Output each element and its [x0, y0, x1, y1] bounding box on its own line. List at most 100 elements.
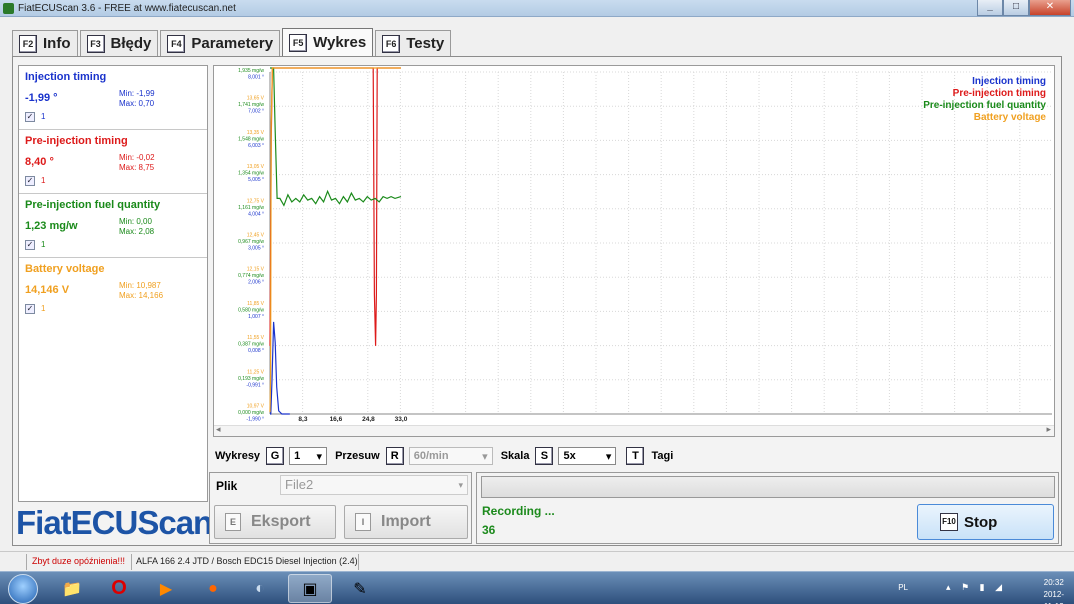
tagi-label: Tagi [651, 450, 674, 462]
recording-status: Recording ... [482, 504, 555, 518]
y-tick-label: 3,005 ° [248, 246, 264, 252]
tab-label: Błędy [110, 35, 152, 52]
chart-area[interactable]: 13,34 V1,935 mg/w8,001 °13,65 V1,741 mg/… [213, 65, 1055, 437]
paint-taskbar-icon[interactable]: ✎ [338, 574, 382, 603]
y-tick-label: 11,85 V [247, 301, 265, 307]
y-tick-label: 13,65 V [247, 96, 265, 102]
firefox-taskbar-icon[interactable]: ● [191, 574, 235, 603]
legend-entry: Injection timing [972, 76, 1046, 87]
legend-entry: Battery voltage [974, 112, 1047, 123]
y-tick-label: 5,005 ° [248, 177, 264, 183]
param-checkbox-label: 1 [41, 112, 46, 121]
import-button[interactable]: I Import [344, 505, 468, 539]
language-indicator[interactable]: PL [898, 583, 908, 592]
y-tick-label: 2,006 ° [248, 280, 264, 286]
przesuw-value: 60/min [413, 450, 449, 462]
param-checkbox[interactable]: ✓ [25, 112, 35, 122]
przesuw-label: Przesuw [335, 450, 380, 462]
file-select[interactable]: File2 ▾ [280, 475, 468, 495]
y-tick-label: 1,741 mg/w [238, 102, 264, 108]
y-tick-label: 0,008 ° [248, 348, 264, 354]
y-tick-label: 1,007 ° [248, 314, 264, 320]
param-value: -1,99 ° [25, 92, 58, 104]
y-tick-label: -1,990 ° [246, 417, 264, 423]
clock[interactable]: 20:32 2012-11-13 [1044, 577, 1064, 604]
file-value: File2 [285, 477, 314, 492]
series-line [270, 67, 402, 207]
tray-icons[interactable]: ▴ ⚑ ▮ ◢ [946, 582, 1006, 593]
param-min: Min: 0,00 [119, 217, 152, 226]
chart-scrollbar[interactable]: ◂ ▸ [214, 424, 1054, 436]
opera-taskbar-icon[interactable]: O [97, 574, 141, 603]
close-button[interactable]: ✕ [1029, 0, 1071, 16]
legend-entry: Pre-injection timing [953, 88, 1046, 99]
tab-label: Wykres [313, 34, 367, 51]
tab-info[interactable]: F2 Info [12, 30, 78, 56]
param-min: Min: -0,02 [119, 153, 155, 162]
param-checkbox[interactable]: ✓ [25, 304, 35, 314]
scroll-left-arrow-icon[interactable]: ◂ [216, 424, 221, 435]
series-line [270, 321, 290, 415]
start-button[interactable] [8, 574, 38, 604]
param-checkbox-label: 1 [41, 304, 46, 313]
stop-button[interactable]: F10 Stop [917, 504, 1054, 540]
chart-controls: Wykresy G 1 ▾ Przesuw R 60/min ▾ Skala S 5… [215, 445, 673, 467]
fiatecuscan-taskbar-icon[interactable]: ▣ [288, 574, 332, 603]
media-player-taskbar-icon[interactable]: ▶ [144, 574, 188, 603]
y-tick-label: 0,580 mg/w [238, 307, 264, 313]
tab-bledy[interactable]: F3 Błędy [79, 30, 159, 56]
network-app-taskbar-icon[interactable]: ◐ [238, 574, 282, 603]
scroll-right-arrow-icon[interactable]: ▸ [1046, 424, 1051, 435]
parameter-panel: Injection timing -1,99 ° Min: -1,99 Max:… [18, 65, 208, 502]
y-tick-label: 13,35 V [247, 130, 265, 136]
recording-progress-bar [481, 476, 1055, 498]
skala-select[interactable]: 5x ▾ [558, 447, 617, 465]
tagi-key[interactable]: T [626, 447, 645, 465]
wykresy-select[interactable]: 1 ▾ [289, 447, 328, 465]
y-tick-label: 7,002 ° [248, 109, 264, 115]
param-pre-injection-fuel-quantity: Pre-injection fuel quantity 1,23 mg/w Mi… [19, 194, 207, 258]
y-tick-label: 12,45 V [247, 233, 265, 239]
file-label: Plik [216, 479, 238, 493]
chart-legend: Injection timingPre-injection timingPre-… [923, 76, 1046, 123]
param-checkbox[interactable]: ✓ [25, 240, 35, 250]
chart-y-ticks: 13,34 V1,935 mg/w8,001 °13,65 V1,741 mg/… [238, 66, 265, 423]
param-name: Pre-injection timing [25, 135, 128, 147]
app-icon [3, 3, 14, 14]
file-panel: Plik File2 ▾ E Eksport I Import [209, 472, 472, 544]
tab-label: Parametery [191, 35, 274, 52]
x-tick-label: 24,8 [362, 416, 375, 423]
param-battery-voltage: Battery voltage 14,146 V Min: 10,987 Max… [19, 258, 207, 322]
x-tick-label: 8,3 [298, 416, 307, 423]
skala-value: 5x [563, 450, 576, 462]
clock-time: 20:32 [1043, 578, 1064, 587]
stop-key: F10 [940, 513, 958, 531]
status-bar: Zbyt duze opóźnienia!!! ALFA 166 2.4 JTD… [0, 551, 1074, 571]
y-tick-label: 0,000 mg/w [238, 410, 264, 416]
przesuw-select[interactable]: 60/min ▾ [408, 447, 493, 465]
explorer-taskbar-icon[interactable]: 📁 [50, 574, 94, 603]
y-tick-label: 0,774 mg/w [238, 273, 264, 279]
param-checkbox[interactable]: ✓ [25, 176, 35, 186]
y-tick-label: 12,75 V [247, 198, 265, 204]
window-titlebar: FiatECUScan 3.6 - FREE at www.fiatecusca… [0, 0, 1074, 17]
y-tick-label: 1,354 mg/w [238, 171, 264, 177]
wykresy-label: Wykresy [215, 450, 261, 462]
tab-parametery[interactable]: F4 Parametery [160, 30, 281, 56]
minimize-button[interactable]: _ [977, 0, 1003, 16]
tab-wykres[interactable]: F5 Wykres [282, 28, 374, 56]
tab-testy[interactable]: F6 Testy [375, 30, 452, 56]
y-tick-label: 11,25 V [247, 369, 265, 375]
series-line [269, 67, 401, 346]
tab-label: Info [43, 35, 71, 52]
param-name: Injection timing [25, 71, 107, 83]
window-title: FiatECUScan 3.6 - FREE at www.fiatecusca… [18, 3, 236, 14]
export-key: E [225, 513, 241, 531]
param-min: Min: -1,99 [119, 89, 155, 98]
maximize-button[interactable]: □ [1003, 0, 1029, 16]
export-button[interactable]: E Eksport [214, 505, 336, 539]
y-tick-label: 0,193 mg/w [238, 376, 264, 382]
param-checkbox-label: 1 [41, 240, 46, 249]
param-pre-injection-timing: Pre-injection timing 8,40 ° Min: -0,02 M… [19, 130, 207, 194]
import-label: Import [381, 513, 431, 530]
